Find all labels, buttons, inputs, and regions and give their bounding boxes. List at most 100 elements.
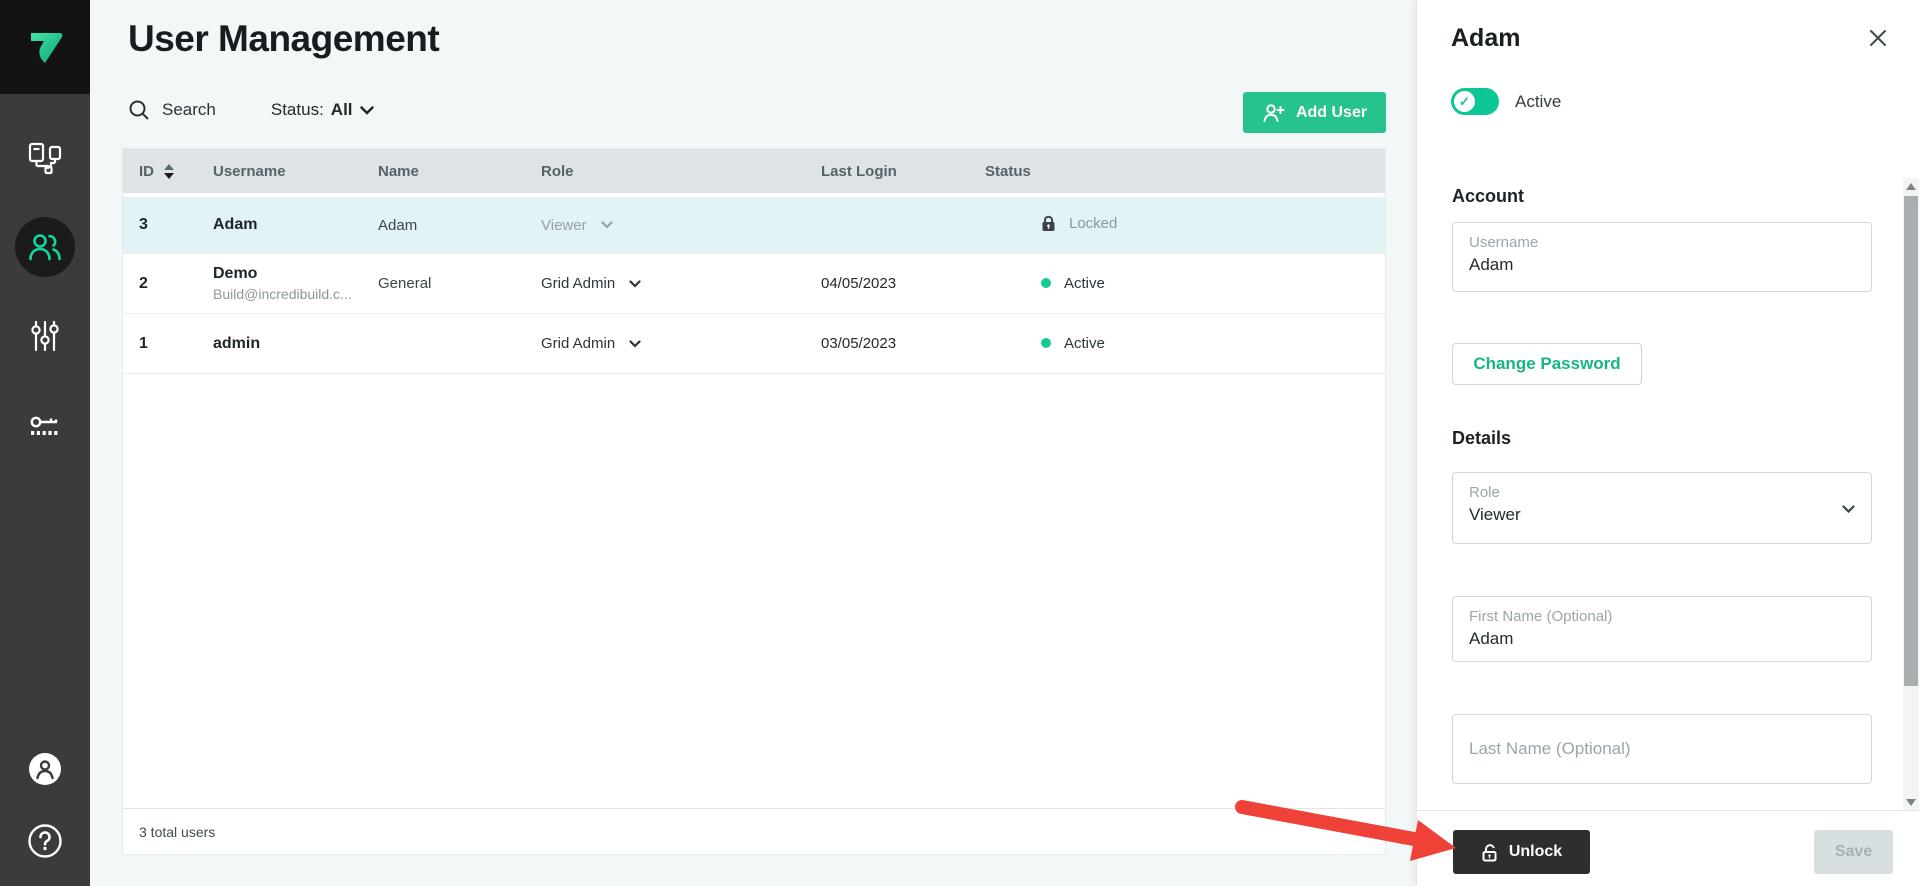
- scrollbar-thumb[interactable]: [1904, 196, 1918, 686]
- role-select[interactable]: Grid Admin: [541, 275, 641, 292]
- role-value: Viewer: [541, 217, 587, 234]
- sidebar-item-users[interactable]: [0, 217, 90, 277]
- main-content: User Management Search Status: All Add U…: [90, 0, 1416, 886]
- sidebar-item-profile[interactable]: [0, 752, 90, 786]
- add-user-button[interactable]: Add User: [1243, 92, 1386, 133]
- total-users-count: 3 total users: [139, 824, 215, 840]
- username-field-label: Username: [1469, 234, 1855, 251]
- status-cell: Active: [969, 275, 1385, 293]
- column-header-name[interactable]: Name: [362, 163, 525, 180]
- details-section-heading: Details: [1452, 428, 1511, 449]
- panel-footer-divider: [1417, 810, 1920, 811]
- profile-icon: [28, 752, 62, 786]
- build-grid-icon: [27, 141, 63, 175]
- last-name-field[interactable]: Last Name (Optional): [1452, 714, 1872, 784]
- cell-email: Build@incredibuild.c...: [213, 286, 362, 302]
- status-cell: Active: [969, 335, 1385, 353]
- column-header-status[interactable]: Status: [969, 163, 1385, 180]
- sidebar-item-help[interactable]: [0, 823, 90, 859]
- sidebar-item-license[interactable]: [0, 410, 90, 446]
- cell-name: Adam: [362, 217, 525, 234]
- save-button[interactable]: Save: [1814, 830, 1893, 874]
- column-header-id[interactable]: ID: [123, 163, 197, 180]
- table-row[interactable]: 3 Adam Adam Viewer: [123, 197, 1385, 254]
- unlock-icon: [1481, 843, 1498, 862]
- cell-role: Grid Admin: [525, 275, 805, 292]
- last-name-placeholder: Last Name (Optional): [1469, 739, 1631, 759]
- change-password-button[interactable]: Change Password: [1452, 343, 1642, 385]
- status-dot-icon: [1041, 278, 1051, 288]
- cell-last-login: 03/05/2023: [805, 335, 969, 352]
- role-field-value: Viewer: [1469, 505, 1855, 525]
- search-placeholder: Search: [162, 100, 216, 120]
- account-section-heading: Account: [1452, 186, 1524, 207]
- license-key-icon: [27, 410, 63, 446]
- cell-id: 1: [123, 335, 197, 353]
- chevron-down-icon: [629, 340, 641, 348]
- toggle-check-icon: ✓: [1454, 91, 1475, 112]
- scroll-up-icon[interactable]: [1903, 178, 1919, 194]
- chevron-down-icon: [629, 280, 641, 288]
- cell-role: Viewer: [525, 217, 805, 234]
- cell-username: admin: [197, 335, 362, 353]
- status-filter-value: All: [331, 100, 353, 120]
- scroll-down-icon[interactable]: [1903, 794, 1919, 810]
- first-name-value: Adam: [1469, 629, 1855, 649]
- sort-icon[interactable]: [164, 164, 174, 179]
- users-icon: [27, 230, 63, 264]
- close-panel-button[interactable]: [1868, 28, 1888, 48]
- panel-scroll-area: Account Username Adam Change Password De…: [1417, 178, 1920, 810]
- chevron-down-icon: [1842, 505, 1855, 514]
- table-row[interactable]: 1 admin Grid Admin 03/05/2023: [123, 314, 1385, 374]
- username-field-value: Adam: [1469, 255, 1855, 275]
- toggle-label: Active: [1515, 92, 1561, 112]
- cell-username: Adam: [197, 216, 362, 234]
- cell-id: 2: [123, 275, 197, 293]
- unlock-button[interactable]: Unlock: [1453, 830, 1590, 874]
- sidebar-item-builds[interactable]: [0, 141, 90, 175]
- cell-role: Grid Admin: [525, 335, 805, 352]
- user-table-body: 3 Adam Adam Viewer: [123, 197, 1385, 374]
- settings-sliders-icon: [28, 319, 62, 353]
- sidebar-item-settings[interactable]: [0, 319, 90, 353]
- panel-title: Adam: [1451, 24, 1520, 53]
- column-header-last-login[interactable]: Last Login: [805, 163, 969, 180]
- active-toggle[interactable]: ✓: [1451, 88, 1499, 115]
- chevron-down-icon: [360, 106, 374, 115]
- cell-id: 3: [123, 216, 197, 234]
- unlock-label: Unlock: [1509, 843, 1562, 861]
- column-header-username[interactable]: Username: [197, 163, 362, 180]
- role-value: Grid Admin: [541, 335, 615, 352]
- close-icon: [1868, 28, 1888, 48]
- app-logo[interactable]: [0, 0, 90, 94]
- role-select[interactable]: Grid Admin: [541, 335, 641, 352]
- role-select[interactable]: Viewer: [541, 217, 613, 234]
- status-filter-dropdown[interactable]: Status: All: [271, 100, 374, 120]
- status-badge: Locked: [1069, 215, 1117, 232]
- table-row[interactable]: 2 Demo Build@incredibuild.c... General G…: [123, 254, 1385, 314]
- chevron-down-icon: [601, 221, 613, 229]
- user-table: ID Username Name Role Last Login Status …: [122, 148, 1386, 855]
- search-icon: [128, 99, 150, 121]
- role-dropdown[interactable]: Role Viewer: [1452, 472, 1872, 544]
- cell-username: Demo Build@incredibuild.c...: [197, 265, 362, 302]
- search-input[interactable]: Search: [128, 99, 216, 121]
- user-detail-panel: Adam ✓ Active Account Username Adam Chan…: [1416, 0, 1920, 886]
- help-icon: [27, 823, 63, 859]
- active-toggle-row: ✓ Active: [1451, 88, 1561, 115]
- first-name-label: First Name (Optional): [1469, 608, 1855, 625]
- table-footer: 3 total users: [123, 808, 1385, 854]
- panel-scrollbar[interactable]: [1903, 178, 1919, 810]
- role-field-label: Role: [1469, 484, 1855, 501]
- active-nav-highlight: [15, 217, 75, 277]
- username-field[interactable]: Username Adam: [1452, 222, 1872, 292]
- status-badge: Active: [1064, 335, 1105, 352]
- first-name-field[interactable]: First Name (Optional) Adam: [1452, 596, 1872, 662]
- add-user-label: Add User: [1296, 104, 1367, 122]
- add-user-icon: [1262, 103, 1286, 123]
- lock-icon: [1041, 215, 1056, 232]
- page-title: User Management: [128, 18, 439, 60]
- column-header-role[interactable]: Role: [525, 163, 805, 180]
- status-badge: Active: [1064, 275, 1105, 292]
- incredibuild-logo-icon: [23, 25, 67, 69]
